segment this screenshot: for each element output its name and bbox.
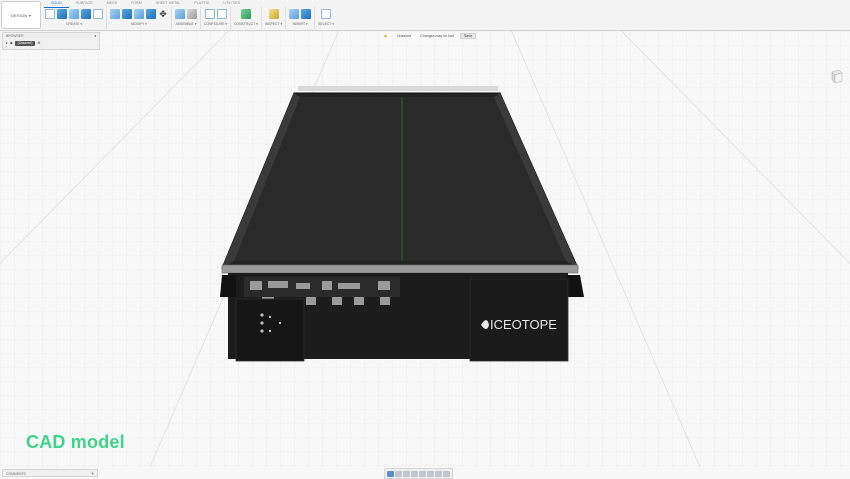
group-select-label[interactable]: SELECT ▾ [318,22,334,26]
tab-sheet-metal[interactable]: SHEET METAL [149,0,188,7]
ribbon-tabs: SOLID SURFACE MESH FORM SHEET METAL PLAS… [44,0,247,8]
new-sketch-icon[interactable] [45,9,55,19]
browser-panel: BROWSER ◂ ▸ ◉ (Unsaved) ⚙ [2,32,100,50]
fit-icon[interactable] [419,470,426,477]
group-assemble-label[interactable]: ASSEMBLE ▾ [176,22,197,26]
browser-header[interactable]: BROWSER ◂ [3,33,99,39]
create-form-icon[interactable] [93,9,103,19]
group-create-label[interactable]: CREATE ▾ [66,22,82,26]
group-construct-label[interactable]: CONSTRUCT ▾ [234,22,258,26]
configure-row-icon[interactable] [216,9,227,19]
zoom-icon[interactable] [411,470,418,477]
group-construct: CONSTRUCT ▾ [230,7,261,29]
new-component-icon[interactable] [175,9,185,19]
group-insert: INSERT ▾ [285,7,314,29]
left-bracket [220,275,236,297]
collapse-icon[interactable]: ◂ [94,33,96,39]
front-frame-rail [221,264,579,274]
workspace-switcher-button[interactable]: DESIGN ▾ [1,1,41,29]
navigation-bar [384,468,453,479]
joint-icon[interactable] [187,9,197,19]
chamfer-icon[interactable] [134,9,144,19]
group-select: SELECT ▾ [314,7,337,29]
toolbar: DESIGN ▾ SOLID SURFACE MESH FORM SHEET M… [0,0,850,31]
orbit-icon[interactable] [387,470,394,477]
offset-plane-icon[interactable] [240,9,251,19]
group-modify-label[interactable]: MODIFY ▾ [131,22,147,26]
hole-icon[interactable] [81,9,91,19]
insert-derive-icon[interactable] [289,9,300,19]
browser-root-node[interactable]: ▸ ◉ (Unsaved) ⚙ [3,39,99,47]
group-create: CREATE ▾ [42,7,106,29]
viewcube-icon[interactable] [830,67,844,85]
brand-label: ICEOTOPE [490,317,557,332]
tab-utilities[interactable]: UTILITIES [216,0,247,7]
press-pull-icon[interactable] [110,9,120,19]
group-inspect: INSPECT ▾ [260,7,285,29]
group-modify: ✥ MODIFY ▾ [106,7,171,29]
look-at-icon[interactable] [395,470,402,477]
tab-form[interactable]: FORM [124,0,149,7]
document-name: (Unsaved) [14,40,36,46]
browser-title: BROWSER [6,34,24,38]
add-comment-icon[interactable]: + [91,470,94,478]
select-icon[interactable] [321,9,332,19]
cover-shadow [298,86,498,91]
revolve-icon[interactable] [69,9,79,19]
group-insert-label[interactable]: INSERT ▾ [293,22,308,26]
group-assemble: ASSEMBLE ▾ [171,7,200,29]
grid-settings-icon[interactable] [435,470,442,477]
ribbon-groups: CREATE ▾ ✥ MODIFY ▾ ASSEMBLE ▾ CONFIGURE… [42,7,337,29]
insert-image-icon[interactable] [301,9,312,19]
move-icon[interactable]: ✥ [158,9,168,19]
unsaved-status: Unsaved [396,33,412,38]
viewport-canvas[interactable]: ICEOTOPE [0,0,850,468]
comments-panel[interactable]: COMMENTS + [2,469,98,477]
configure-table-icon[interactable] [204,9,215,19]
save-status-bar: ▲ Unsaved Changes may be lost Save [380,32,477,39]
warning-icon: ▲ [383,32,388,39]
shell-icon[interactable] [146,9,156,19]
fillet-icon[interactable] [122,9,132,19]
grid-and-model: ICEOTOPE [0,0,850,468]
tab-mesh[interactable]: MESH [100,0,124,7]
expand-icon[interactable]: ▸ [6,41,8,45]
save-button[interactable]: Save [459,32,477,39]
comments-title: COMMENTS [6,472,26,476]
group-configure-label[interactable]: CONFIGURE ▾ [204,22,227,26]
tab-surface[interactable]: SURFACE [69,0,100,7]
pan-icon[interactable] [403,470,410,477]
group-configure: CONFIGURE ▾ [200,7,230,29]
visibility-eye-icon[interactable]: ◉ [10,41,13,45]
extrude-icon[interactable] [57,9,67,19]
group-inspect-label[interactable]: INSPECT ▾ [265,22,282,26]
settings-gear-icon[interactable]: ⚙ [37,41,40,45]
unsaved-message: Changes may be lost [420,33,454,38]
caption-label: CAD model [26,432,125,452]
display-settings-icon[interactable] [427,470,434,477]
measure-icon[interactable] [268,9,279,19]
tab-plastic[interactable]: PLASTIC [187,0,216,7]
viewports-icon[interactable] [443,470,450,477]
